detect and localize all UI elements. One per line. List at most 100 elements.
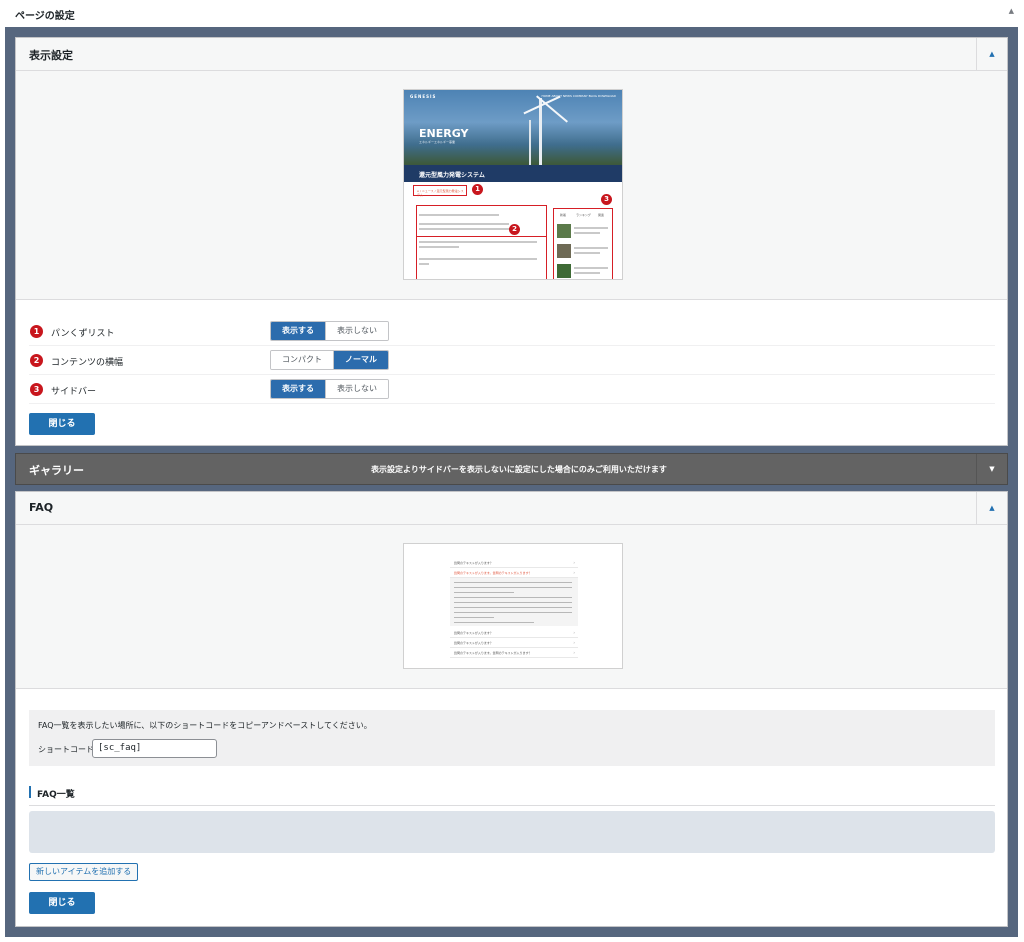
content-width-toggle: コンパクト ノーマル <box>270 350 389 370</box>
sidebar-show-option[interactable]: 表示する <box>271 380 325 398</box>
gallery-notice: 表示設定よりサイドバーを表示しないに設定にした場合にのみご利用いただけます <box>371 465 667 474</box>
display-settings-title: 表示設定 <box>29 49 73 62</box>
preview-sidebar-box: 新着 ランキング 関連 <box>553 208 613 279</box>
layout-preview-image: GENESIS HOME ABOUT NEWS COMPANY BLOG DOW… <box>403 89 623 280</box>
heading-accent-bar <box>29 786 31 798</box>
breadcrumb-hide-option[interactable]: 表示しない <box>325 322 388 340</box>
sidebar-toggle: 表示する 表示しない <box>270 379 389 399</box>
preview-question-text: 質問のテキストが入ります？ <box>454 631 493 635</box>
faq-list-title: FAQ一覧 <box>37 790 75 800</box>
preview-text-line <box>419 214 499 216</box>
preview-hero-word: ENERGY <box>419 127 469 140</box>
content-width-compact-option[interactable]: コンパクト <box>271 351 333 369</box>
preview-text-line <box>454 612 572 613</box>
preview-text-line <box>574 272 600 274</box>
setting-row-content-width: 2 コンテンツの横幅 コンパクト ノーマル <box>29 347 995 375</box>
chevron-icon: › <box>573 650 575 655</box>
preview-question-row: 質問のテキストが入ります？ › <box>450 638 578 648</box>
shortcode-field[interactable]: [sc_faq] <box>92 739 217 758</box>
preview-thumb <box>557 224 571 238</box>
settings-frame: 表示設定 ▲ GENESIS HOME ABOUT NEWS COMPANY B… <box>5 27 1018 937</box>
preview-question-text: 質問のテキストが入ります？ <box>454 641 493 645</box>
preview-thumb <box>557 264 571 278</box>
preview-sidebar-tab: 関連 <box>598 213 605 217</box>
marker-2-icon: 2 <box>30 354 43 367</box>
collapse-page-settings-icon[interactable]: ▲ <box>1009 7 1014 15</box>
breadcrumb-toggle: 表示する 表示しない <box>270 321 389 341</box>
preview-question-text: 質問のテキストが入ります？ <box>454 561 493 565</box>
sidebar-label: サイドバー <box>51 387 97 397</box>
preview-sidebar-tab: 新着 <box>560 213 567 217</box>
shortcode-instruction: FAQ一覧を表示したい場所に、以下のショートコードをコピーアンドペーストしてくだ… <box>38 721 372 730</box>
preview-text-line <box>419 223 509 225</box>
faq-title: FAQ <box>29 501 54 514</box>
preview-text-line <box>454 622 534 623</box>
page-settings-title: ページの設定 <box>15 11 75 22</box>
faq-header[interactable]: FAQ ▲ <box>16 492 1007 525</box>
close-faq-button[interactable]: 閉じる <box>29 892 95 914</box>
add-faq-item-button[interactable]: 新しいアイテムを追加する <box>29 863 139 881</box>
preview-text-line <box>454 597 572 598</box>
preview-logo: GENESIS <box>410 94 437 99</box>
preview-text-line <box>454 592 514 593</box>
display-settings-panel: 表示設定 ▲ GENESIS HOME ABOUT NEWS COMPANY B… <box>15 37 1008 446</box>
expand-gallery-icon[interactable]: ▼ <box>976 454 1007 484</box>
preview-question-text: 質問のテキストが入ります。質問のテキストが入ります？ <box>454 651 532 655</box>
preview-text-line <box>574 227 608 229</box>
preview-answer-block <box>450 578 578 626</box>
preview-marker-1: 1 <box>472 184 483 195</box>
preview-title-band: 還元型風力発電システム <box>404 165 622 182</box>
page-settings-header: ページの設定 ▲ <box>0 0 1024 28</box>
preview-text-line <box>454 617 494 618</box>
preview-text-line <box>419 263 429 265</box>
preview-text-line <box>454 587 572 588</box>
preview-text-line <box>454 602 572 603</box>
preview-thumb <box>557 244 571 258</box>
gallery-panel[interactable]: ギャラリー 表示設定よりサイドバーを表示しないに設定にした場合にのみご利用いただ… <box>15 453 1008 485</box>
preview-text-line <box>419 228 519 230</box>
faq-panel: FAQ ▲ 質問のテキストが入ります？ › 質問のテキストが入ります。質問のテキス… <box>15 491 1008 927</box>
preview-divider <box>417 236 547 237</box>
preview-breadcrumb-box: ⌂ / ニュース / 還元型風力発電システム <box>413 185 467 197</box>
marker-3-icon: 3 <box>30 383 43 396</box>
preview-text-line <box>574 252 600 254</box>
breadcrumb-show-option[interactable]: 表示する <box>271 322 325 340</box>
preview-text-line <box>574 267 608 269</box>
preview-text-line <box>419 246 459 248</box>
preview-nav: HOME ABOUT NEWS COMPANY BLOG DOWNLOAD <box>541 94 616 98</box>
display-settings-header[interactable]: 表示設定 ▲ <box>16 38 1007 71</box>
preview-question-row: 質問のテキストが入ります。質問のテキストが入ります？ › <box>450 648 578 658</box>
chevron-icon: › <box>573 640 575 645</box>
faq-items-list <box>29 811 995 853</box>
shortcode-info-box: FAQ一覧を表示したい場所に、以下のショートコードをコピーアンドペーストしてくだ… <box>29 710 995 766</box>
collapse-faq-icon[interactable]: ▲ <box>976 492 1007 524</box>
faq-preview-area: 質問のテキストが入ります？ › 質問のテキストが入ります。質問のテキストが入ります… <box>16 525 1007 689</box>
faq-preview-image: 質問のテキストが入ります？ › 質問のテキストが入ります。質問のテキストが入ります… <box>403 543 623 669</box>
preview-question-row: 質問のテキストが入ります？ › <box>450 558 578 568</box>
setting-row-breadcrumb: 1 パンくずリスト 表示する 表示しない <box>29 318 995 346</box>
faq-list-heading: FAQ一覧 <box>29 784 995 806</box>
preview-text-line <box>574 232 600 234</box>
chevron-icon: › <box>573 560 575 565</box>
preview-text-line <box>419 241 537 243</box>
gallery-title: ギャラリー <box>29 464 84 477</box>
preview-text-line <box>419 258 537 260</box>
chevron-icon: › <box>573 630 575 635</box>
content-width-normal-option[interactable]: ノーマル <box>333 351 388 369</box>
chevron-icon: › <box>573 570 575 575</box>
preview-text-line <box>454 607 572 608</box>
content-width-label: コンテンツの横幅 <box>51 358 124 368</box>
marker-1-icon: 1 <box>30 325 43 338</box>
sidebar-hide-option[interactable]: 表示しない <box>325 380 388 398</box>
preview-text-line <box>574 247 608 249</box>
display-preview-area: GENESIS HOME ABOUT NEWS COMPANY BLOG DOW… <box>16 71 1007 300</box>
preview-sidebar-tab: ランキング <box>576 213 591 217</box>
collapse-display-settings-icon[interactable]: ▲ <box>976 38 1007 70</box>
preview-marker-3: 3 <box>601 194 612 205</box>
preview-hero-sub: エネルギーエネルギー事業 <box>419 140 456 144</box>
close-display-settings-button[interactable]: 閉じる <box>29 413 95 435</box>
setting-row-sidebar: 3 サイドバー 表示する 表示しない <box>29 376 995 404</box>
preview-band-title: 還元型風力発電システム <box>419 172 485 179</box>
preview-question-row: 質問のテキストが入ります。質問のテキストが入ります？ › <box>450 568 578 578</box>
preview-marker-2: 2 <box>509 224 520 235</box>
